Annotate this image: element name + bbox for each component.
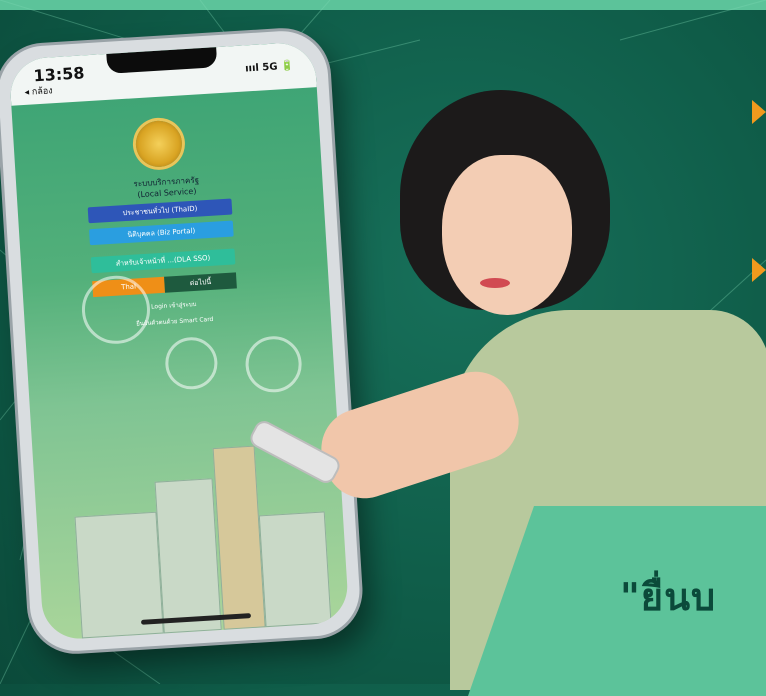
orange-arrow-icon (752, 258, 766, 282)
dla-sso-login-button[interactable]: สำหรับเจ้าหน้าที่ ...(DLA SSO) (90, 248, 236, 274)
face (442, 155, 572, 315)
lips (480, 278, 510, 288)
phone-screen: 13:58 ◂ กล้อง ıııl 5G 🔋 ระบบบริการภาครัฐ… (8, 41, 350, 641)
smartphone-mockup: 13:58 ◂ กล้อง ıııl 5G 🔋 ระบบบริการภาครัฐ… (0, 28, 363, 654)
city-building (258, 511, 332, 628)
status-bar: 13:58 ◂ กล้อง ıııl 5G 🔋 (8, 41, 317, 106)
phone-notch (106, 47, 218, 74)
back-to-camera-link[interactable]: ◂ กล้อง (24, 83, 53, 99)
headline-text: "ยื่นบ (620, 575, 717, 619)
biz-portal-login-button[interactable]: นิติบุคคล (Biz Portal) (89, 220, 234, 246)
status-time: 13:58 (32, 63, 85, 86)
home-icon (163, 335, 219, 391)
segment-other[interactable]: ต่อไปนี้ (164, 272, 237, 293)
city-building (154, 478, 222, 634)
briefcase-icon (243, 334, 304, 394)
government-emblem-logo (134, 119, 184, 169)
city-building (212, 445, 266, 630)
signal-icon: ıııl 5G 🔋 (244, 60, 294, 75)
orange-arrow-icon (752, 100, 766, 124)
thaid-login-button[interactable]: ประชาชนทั่วไป (ThaID) (87, 198, 233, 224)
